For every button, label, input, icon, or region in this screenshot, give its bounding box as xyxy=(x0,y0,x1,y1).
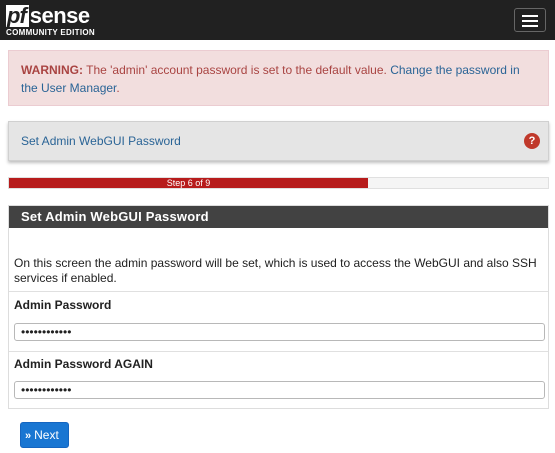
hamburger-menu-icon xyxy=(522,15,538,17)
top-navbar: pf sense COMMUNITY EDITION xyxy=(0,0,555,40)
hamburger-bar xyxy=(522,20,538,22)
logo-pf-text: pf xyxy=(6,5,29,27)
logo-subtitle: COMMUNITY EDITION xyxy=(6,28,95,37)
pfsense-logo[interactable]: pf sense COMMUNITY EDITION xyxy=(6,3,95,37)
logo-sense-text: sense xyxy=(29,3,90,28)
admin-password-input[interactable] xyxy=(14,323,545,341)
next-button[interactable]: » Next xyxy=(20,422,69,448)
password-panel: Set Admin WebGUI Password On this screen… xyxy=(8,205,549,409)
warning-message: The 'admin' account password is set to t… xyxy=(83,63,391,77)
panel-description: On this screen the admin password will b… xyxy=(14,256,537,285)
hamburger-bar xyxy=(522,25,538,27)
double-chevron-right-icon: » xyxy=(25,430,32,442)
warning-suffix: . xyxy=(116,81,120,95)
warning-label: WARNING: xyxy=(21,63,83,77)
admin-password-again-label: Admin Password AGAIN xyxy=(14,357,153,371)
progress-fill: Step 6 of 9 xyxy=(9,178,368,188)
panel-title: Set Admin WebGUI Password xyxy=(9,206,548,228)
admin-password-again-input[interactable] xyxy=(14,381,545,399)
next-label: Next xyxy=(34,428,59,442)
question-circle-icon[interactable]: ? xyxy=(524,133,540,149)
admin-password-label: Admin Password xyxy=(14,298,112,312)
default-password-warning: WARNING: The 'admin' account password is… xyxy=(8,50,549,106)
hamburger-menu-button[interactable] xyxy=(514,8,546,32)
progress-label: Step 6 of 9 xyxy=(166,178,211,188)
divider xyxy=(9,351,548,352)
breadcrumb-title[interactable]: Set Admin WebGUI Password xyxy=(21,134,181,148)
wizard-progress-bar: Step 6 of 9 xyxy=(8,177,549,189)
breadcrumb: Set Admin WebGUI Password ? xyxy=(8,121,549,161)
divider xyxy=(9,291,548,292)
